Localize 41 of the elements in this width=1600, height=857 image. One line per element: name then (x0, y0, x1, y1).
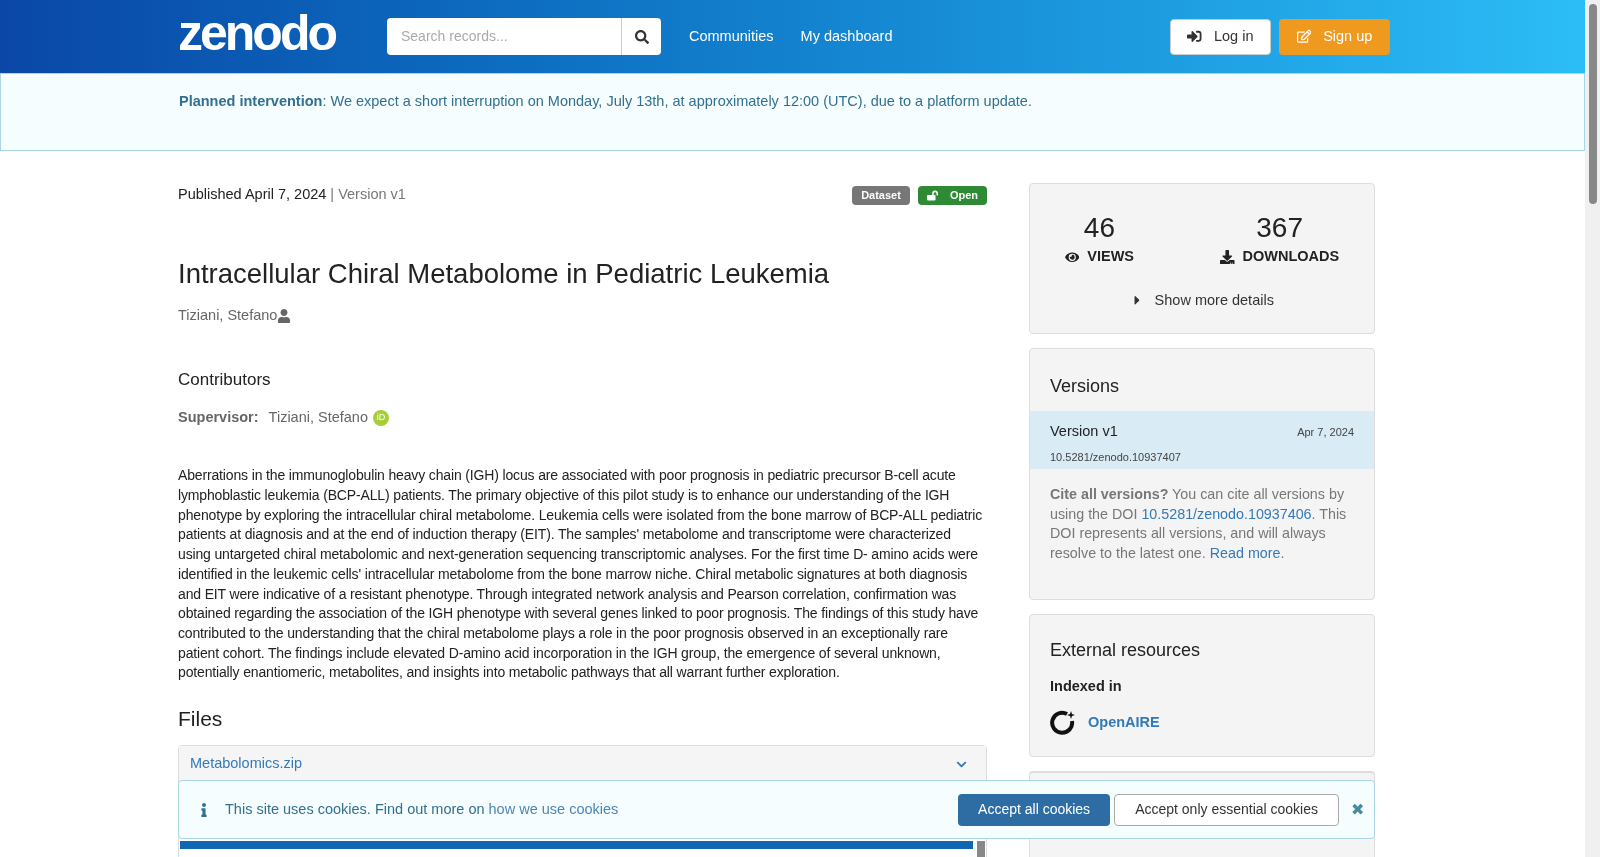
contributor-role: Supervisor: (178, 407, 259, 427)
version-date: Apr 7, 2024 (1297, 424, 1354, 440)
accept-all-button[interactable]: Accept all cookies (958, 793, 1111, 826)
cookie-text: This site uses cookies. Find out more on how we use cookies (225, 799, 619, 819)
doi-link[interactable]: 10.5281/zenodo.10937406 (1141, 505, 1312, 522)
logo[interactable]: zenodo (178, 2, 348, 63)
version-item[interactable]: Version v1 Apr 7, 2024 10.5281/zenodo.10937407 (1030, 411, 1374, 469)
stat-label: VIEWS (1087, 247, 1135, 266)
resource-type-label: Dataset (852, 185, 910, 205)
stat-value: 367 (1256, 214, 1303, 242)
stat-label: DOWNLOADS (1242, 247, 1340, 266)
files-heading: Files (178, 706, 224, 733)
external-heading: External resources (1050, 639, 1202, 662)
contributors-heading: Contributors (178, 369, 272, 392)
signup-button[interactable]: Sign up (1279, 18, 1390, 55)
indexed-label: Indexed in (1050, 677, 1123, 696)
stat-value: 46 (1083, 214, 1115, 242)
openaire-link[interactable]: OpenAIRE (1088, 711, 1160, 734)
access-label: Open (917, 185, 987, 205)
show-more-button[interactable]: Show more details (1130, 289, 1274, 312)
read-more-link[interactable]: Read more (1209, 545, 1281, 562)
publish-date: Published April 7, 2024 (178, 186, 327, 203)
versions-heading: Versions (1049, 375, 1121, 398)
nav-link[interactable]: My dashboard (800, 25, 893, 48)
close-button[interactable]: ✖ (1351, 797, 1364, 822)
cookie-policy-link[interactable]: how we use cookies (488, 800, 619, 817)
file-link[interactable]: Metabolomics.zip (190, 753, 302, 775)
version-doi: 10.5281/zenodo.10937407 (1050, 449, 1182, 465)
login-button[interactable]: Log in (1170, 18, 1271, 55)
file-header[interactable]: Metabolomics.zip (179, 745, 986, 783)
abstract-text: Aberrations in the immunoglobulin heavy chain (IGH) locus are associated with poor prognosis in pediatric precursor B-cell acute lymphoblastic leukemia (BCP-ALL) patients. The primary objective of this pilot study is to enhance our understanding of the IGH phenotype by exploring the intracellular chiral metabolome. Leukemia cells were isolated from the bone marrow of BCP-ALL pediatric patients at diagnosis and at the end of induction therapy (EIT). The samples' metabolome and transcriptome were characterized using untargeted chiral metabolomic and next-generation sequencing transcriptomic analyses. For the first time D- amino acids were identified in the leukemic cells' intracellular metabolome from the bone marrow niche. Chiral metabolic signatures at both diagnosis and EIT were indicative of a resistant phenotype. Through integrated network analysis and Pearson correlation, confirmation was obtained regarding the association of the IGH phenotype with several genes linked to poor prognosis. The findings of this study have contributed to the understanding that the chiral metabolome plays a role in the poor prognosis observed in an exceptionally rare patient cohort. The findings include elevated D-amino acid incorporation in the IGH group, the emergence of several unknown, potentially enantiomeric, metabolites, and insights into metabolic pathways that all warrant further exploration. (178, 466, 984, 683)
creator-link[interactable]: Tiziani, Stefano (178, 305, 278, 328)
version-name: Version v1 (1050, 422, 1118, 441)
record-title: Intracellular Chiral Metabolome in Pediatric Leukemia (178, 257, 831, 291)
notice-text: Planned intervention: We expect a short interruption on Monday, July 13th, at approximately 12:00 (UTC), due to a platform update. (179, 93, 1032, 109)
version-label: | Version v1 (330, 186, 406, 203)
accept-essential-button[interactable]: Accept only essential cookies (1114, 793, 1339, 826)
nav-link[interactable]: Communities (689, 25, 774, 48)
search-field[interactable]: Search records... (387, 18, 621, 55)
cite-text: Cite all versions? You can cite all versions by using the DOI 10.5281/zenodo.10937406. This DOI represents all versions, and will always resolve to the latest one. Read more. (1049, 485, 1348, 564)
contributor-link[interactable]: Tiziani, Stefano (268, 406, 368, 429)
